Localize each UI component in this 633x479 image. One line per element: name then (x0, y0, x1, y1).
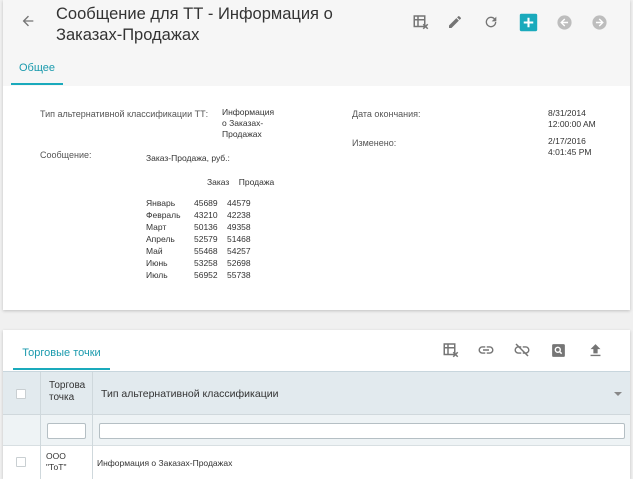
message-table: Январь 45689 44579 Февраль 43210 42238 Март 5… (146, 197, 251, 281)
previous-icon[interactable] (553, 11, 575, 33)
message-heading: Заказ-Продажа, руб.: (146, 153, 230, 163)
search-doc-icon[interactable] (547, 339, 569, 361)
row-checkbox[interactable] (16, 457, 26, 467)
upload-icon[interactable] (584, 339, 606, 361)
select-all-checkbox[interactable] (16, 389, 26, 399)
end-date-value: 8/31/2014 12:00:00 AM (548, 108, 596, 129)
message-card: Сообщение для ТТ - Информация о Заказах-… (3, 0, 630, 310)
table-row[interactable]: ООО "ТоТ" Информация о Заказах-Продажах (3, 446, 630, 479)
message-row: Май 55468 54257 (146, 246, 251, 256)
alt-class-label: Тип альтернативной классификации ТТ: (40, 109, 209, 119)
col-sale: Продажа (238, 177, 275, 187)
outlets-grid: Торгова точка Тип альтернативной классиф… (3, 371, 630, 479)
back-arrow-icon[interactable] (17, 10, 39, 32)
next-icon[interactable] (588, 11, 610, 33)
edit-icon[interactable] (444, 11, 466, 33)
refresh-icon[interactable] (480, 11, 502, 33)
message-body: Заказ-Продажа, руб.: Заказ Продажа (146, 152, 316, 188)
message-columns: Заказ Продажа (146, 176, 316, 188)
outlet-filter-input[interactable] (47, 423, 86, 439)
column-header-outlet[interactable]: Торгова точка (49, 380, 93, 404)
cell-outlet: ООО "ТоТ" (46, 451, 67, 472)
link-icon[interactable] (475, 339, 497, 361)
end-date-label: Дата окончания: (352, 109, 421, 119)
message-row: Июль 56952 55738 (146, 270, 251, 280)
tab-general[interactable]: Общее (11, 52, 63, 85)
grid-filter-row (3, 415, 630, 446)
page-title: Сообщение для ТТ - Информация о Заказах-… (56, 5, 333, 44)
modified-label: Изменено: (352, 138, 397, 148)
table-clear-icon[interactable] (410, 11, 432, 33)
message-label: Сообщение: (40, 150, 92, 160)
col-order: Заказ (207, 177, 230, 187)
grid-header: Торгова точка Тип альтернативной классиф… (3, 371, 630, 416)
column-header-class-type[interactable]: Тип альтернативной классификации (101, 388, 278, 400)
unlink-icon[interactable] (511, 339, 533, 361)
message-row: Январь 45689 44579 (146, 198, 251, 208)
modified-value: 2/17/2016 4:01:45 PM (548, 136, 592, 157)
add-icon[interactable] (517, 11, 539, 33)
message-row: Март 50136 49358 (146, 222, 251, 232)
message-row: Апрель 52579 51468 (146, 234, 251, 244)
outlets-card: Торговые точки Торгова точка Тип альтерн… (3, 330, 630, 479)
message-row: Февраль 43210 42238 (146, 210, 251, 220)
tab-outlets[interactable]: Торговые точки (13, 338, 110, 370)
header: Сообщение для ТТ - Информация о Заказах-… (3, 0, 630, 86)
message-row: Июнь 53258 52698 (146, 258, 251, 268)
column-menu-icon[interactable] (614, 392, 622, 396)
alt-class-value: Информация о Заказах- Продажах (222, 107, 275, 139)
cell-class-type: Информация о Заказах-Продажах (97, 458, 233, 468)
class-type-filter-input[interactable] (99, 423, 625, 439)
table-clear-icon[interactable] (440, 339, 462, 361)
